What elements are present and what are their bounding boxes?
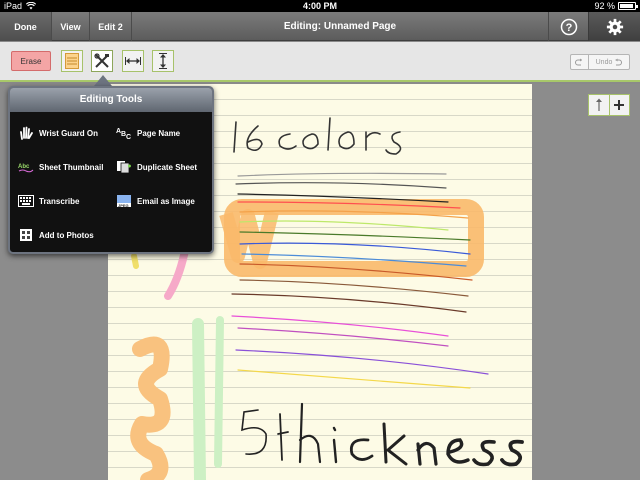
popover-arrow: [94, 75, 112, 86]
page-control: [588, 94, 630, 116]
hand-icon: [18, 126, 34, 140]
move-up-button[interactable]: [589, 95, 610, 115]
menu-item-add-to-photos[interactable]: Add to Photos: [18, 228, 94, 242]
jpeg-icon: JPEG: [116, 194, 132, 208]
gear-icon: [606, 18, 623, 35]
battery-icon: [618, 2, 638, 10]
menu-item-transcribe[interactable]: Transcribe: [18, 194, 79, 208]
menu-item-email-as-image[interactable]: JPEG Email as Image: [116, 194, 195, 208]
menu-item-label: Add to Photos: [39, 230, 94, 240]
menu-item-duplicate-sheet[interactable]: Duplicate Sheet: [116, 160, 197, 174]
menu-item-label: Wrist Guard On: [39, 128, 98, 138]
menu-item-label: Sheet Thumbnail: [39, 162, 104, 172]
menu-item-sheet-thumbnail[interactable]: Abc Sheet Thumbnail: [18, 160, 103, 174]
fit-height-button[interactable]: [152, 50, 174, 72]
editing-tools-button[interactable]: [91, 50, 113, 72]
tools-icon: [94, 53, 109, 68]
undo-label: Undo: [595, 58, 613, 66]
undo-button[interactable]: Undo: [589, 55, 629, 69]
nav-bar: Done View Edit 2 Editing: Unnamed Page ?: [0, 12, 640, 41]
status-bar: iPad 4:00 PM 92 %: [0, 0, 640, 12]
undo-redo-group: Undo: [570, 54, 630, 70]
keyboard-icon: [18, 194, 34, 208]
battery-percent: 92 %: [594, 1, 615, 11]
page-title: Editing: Unnamed Page: [283, 21, 397, 32]
abc-icon: ABC: [116, 126, 132, 140]
yellow-stroke: [131, 253, 139, 269]
erase-button[interactable]: Erase: [11, 51, 51, 71]
menu-item-page-name[interactable]: ABC Page Name: [116, 126, 180, 140]
clock: 4:00 PM: [302, 1, 337, 11]
help-button[interactable]: ?: [548, 12, 588, 41]
add-page-button[interactable]: [610, 95, 630, 115]
redo-button[interactable]: [571, 55, 589, 69]
undo-icon: [615, 58, 623, 66]
thumbnail-icon: Abc: [18, 160, 34, 174]
handwriting-16colors: [233, 117, 402, 155]
menu-item-label: Transcribe: [39, 196, 80, 206]
edit-button[interactable]: Edit 2: [90, 12, 132, 41]
menu-item-label: Page Name: [137, 128, 181, 138]
editing-tools-popover: Editing Tools Wrist Guard On ABC Page Na…: [8, 86, 214, 254]
green-stroke-1: [192, 318, 206, 480]
photos-icon: [18, 228, 34, 242]
menu-item-label: Duplicate Sheet: [137, 162, 198, 172]
popover-title: Editing Tools: [10, 88, 212, 112]
menu-item-wrist-guard[interactable]: Wrist Guard On: [18, 126, 98, 140]
handwriting-5thickness: [241, 402, 524, 467]
svg-text:?: ?: [565, 22, 572, 34]
redo-icon: [575, 58, 582, 66]
vertical-arrows-icon: [159, 53, 167, 69]
horizontal-arrows-icon: [125, 57, 141, 65]
svg-text:JPEG: JPEG: [118, 203, 129, 208]
menu-item-label: Email as Image: [137, 196, 195, 206]
settings-button[interactable]: [588, 12, 640, 41]
svg-text:Abc: Abc: [18, 164, 30, 170]
done-button[interactable]: Done: [0, 12, 52, 41]
orange-scribble: [130, 336, 171, 480]
svg-text:C: C: [126, 134, 131, 140]
plus-icon: [614, 100, 625, 110]
lined-paper-icon: [65, 53, 79, 69]
help-icon: ?: [560, 18, 577, 35]
view-button[interactable]: View: [52, 12, 90, 41]
paper-style-button[interactable]: [61, 50, 83, 72]
duplicate-icon: [116, 160, 132, 174]
arrow-up-icon: [595, 98, 602, 111]
green-stroke-2: [214, 316, 224, 468]
fit-width-button[interactable]: [122, 50, 144, 72]
